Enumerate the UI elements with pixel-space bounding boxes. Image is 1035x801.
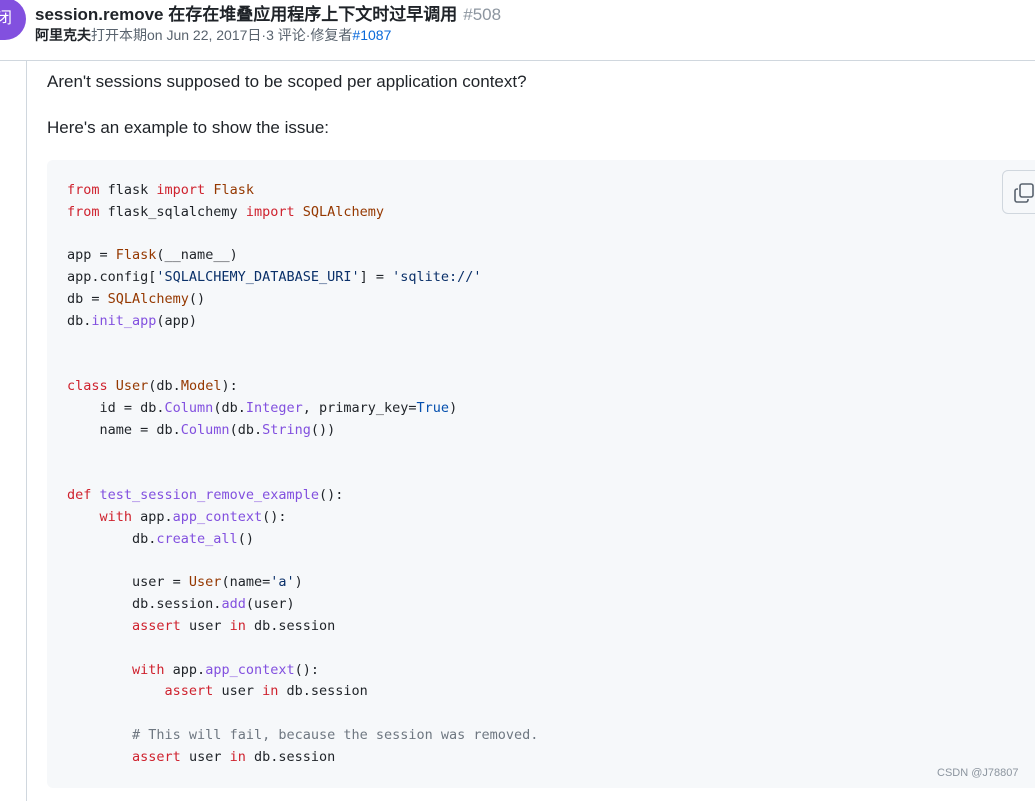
issue-author-link[interactable]: 阿里克夫	[35, 27, 91, 43]
code-line: db.init_app(app)	[67, 312, 198, 329]
issue-title: session.remove 在存在堆叠应用程序上下文时过早调用	[35, 5, 458, 24]
watermark: CSDN @J78807	[937, 767, 1019, 779]
code-line: class User(db.Model):	[67, 378, 238, 395]
code-line: assert user in db.session	[132, 617, 336, 634]
code-line: with app.app_context():	[132, 661, 319, 678]
code-line: db.session.add(user)	[67, 596, 295, 613]
code-line: app = Flask(__name__)	[67, 247, 238, 264]
issue-header: 闭 session.remove 在存在堆叠应用程序上下文时过早调用 #508 阿…	[0, 0, 1035, 61]
code-line: # This will fail, because the session wa…	[132, 726, 539, 743]
issue-opened-text: 打开本期on Jun 22, 2017	[91, 27, 248, 43]
code-line: app.config['SQLALCHEMY_DATABASE_URI'] = …	[67, 269, 482, 286]
state-label: 闭	[0, 10, 12, 27]
issue-state-badge: 闭	[0, 0, 26, 40]
code-block: from flask import Flask from flask_sqlal…	[47, 160, 1035, 788]
copy-button[interactable]	[1002, 170, 1035, 214]
copy-icon	[1014, 183, 1034, 203]
code-line: db.create_all()	[67, 530, 254, 547]
fixed-by-link[interactable]: #1087	[352, 27, 391, 43]
code-line: assert user in db.session	[164, 683, 368, 700]
code-line: name = db.Column(db.String())	[67, 421, 336, 438]
code-line: assert user in db.session	[132, 748, 336, 765]
code-line: from flask_sqlalchemy import SQLAlchemy	[67, 203, 385, 220]
code-line: id = db.Column(db.Integer, primary_key=T…	[67, 399, 458, 416]
issue-title-line: session.remove 在存在堆叠应用程序上下文时过早调用 #508	[35, 0, 501, 25]
issue-number: #508	[463, 5, 502, 24]
code-line: def test_session_remove_example():	[67, 487, 344, 504]
code-line: with app.app_context():	[99, 508, 287, 525]
comment-paragraph: Aren't sessions supposed to be scoped pe…	[47, 72, 527, 91]
code-line: from flask import Flask	[67, 182, 254, 198]
issue-comments-text: 日·3 评论·修复者	[247, 27, 353, 43]
comment-paragraph: Here's an example to show the issue:	[47, 118, 330, 137]
code-line: db = SQLAlchemy()	[67, 290, 206, 307]
code-content[interactable]: from flask import Flask from flask_sqlal…	[67, 180, 538, 769]
code-line: user = User(name='a')	[67, 574, 303, 591]
issue-meta: 阿里克夫打开本期on Jun 22, 2017日·3 评论·修复者#1087	[35, 25, 391, 45]
